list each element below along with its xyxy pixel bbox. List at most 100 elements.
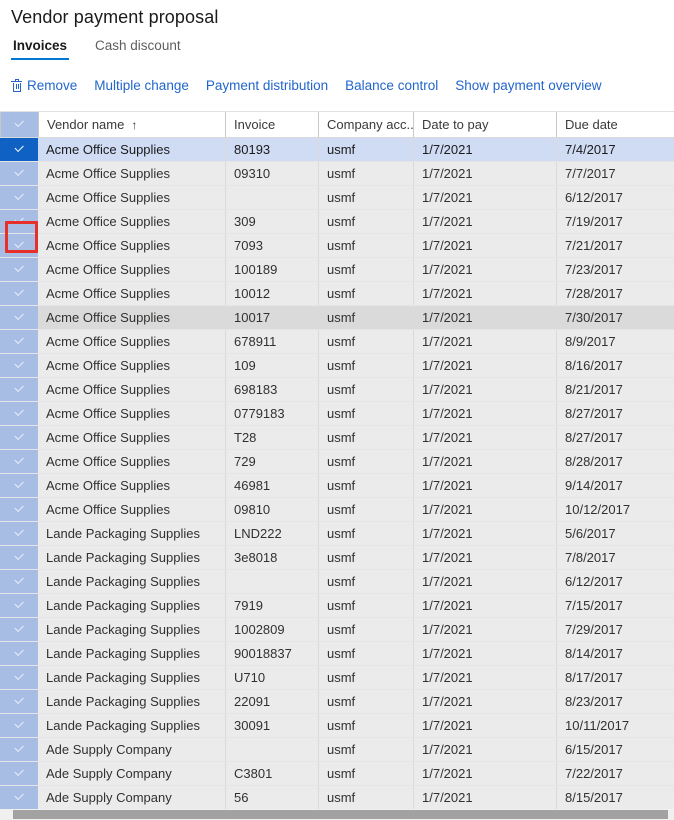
row-checkbox[interactable] — [0, 234, 38, 257]
row-checkbox[interactable] — [0, 666, 38, 689]
row-checkbox[interactable] — [0, 426, 38, 449]
toolbar-remove-button[interactable]: Remove — [11, 78, 77, 94]
toolbar-show-payment-overview-button[interactable]: Show payment overview — [455, 78, 601, 94]
row-checkbox[interactable] — [0, 306, 38, 329]
cell-company-account[interactable]: usmf — [318, 282, 413, 305]
table-row[interactable]: Lande Packaging Supplies LND222 usmf 1/7/20… — [0, 522, 674, 546]
row-checkbox[interactable] — [0, 762, 38, 785]
table-row[interactable]: Acme Office Supplies 10012 usmf 1/7/2021 7/2… — [0, 282, 674, 306]
row-checkbox[interactable] — [0, 282, 38, 305]
toolbar-balance-control-button[interactable]: Balance control — [345, 78, 438, 94]
toolbar-multiple-change-button[interactable]: Multiple change — [94, 78, 189, 94]
cell-company-account[interactable]: usmf — [318, 738, 413, 761]
table-row[interactable]: Lande Packaging Supplies 1002809 usmf 1/7/2… — [0, 618, 674, 642]
cell-company-account[interactable]: usmf — [318, 330, 413, 353]
horizontal-scrollbar[interactable] — [0, 809, 674, 820]
row-checkbox[interactable] — [0, 642, 38, 665]
table-row[interactable]: Acme Office Supplies 0779183 usmf 1/7/2021 8… — [0, 402, 674, 426]
cell-company-account[interactable]: usmf — [318, 594, 413, 617]
table-row[interactable]: Ade Supply Company 56 usmf 1/7/2021 8/15/201… — [0, 786, 674, 810]
cell-company-account[interactable]: usmf — [318, 138, 413, 161]
row-checkbox[interactable] — [0, 378, 38, 401]
row-checkbox[interactable] — [0, 354, 38, 377]
row-checkbox[interactable] — [0, 402, 38, 425]
column-header-date-to-pay[interactable]: Date to pay — [413, 112, 556, 137]
row-checkbox[interactable] — [0, 138, 38, 161]
cell-company-account[interactable]: usmf — [318, 210, 413, 233]
row-checkbox[interactable] — [0, 210, 38, 233]
cell-company-account[interactable]: usmf — [318, 570, 413, 593]
row-checkbox[interactable] — [0, 546, 38, 569]
table-row[interactable]: Lande Packaging Supplies 7919 usmf 1/7/2021… — [0, 594, 674, 618]
scrollbar-thumb[interactable] — [13, 810, 668, 819]
table-row[interactable]: Lande Packaging Supplies 22091 usmf 1/7/202… — [0, 690, 674, 714]
cell-company-account[interactable]: usmf — [318, 306, 413, 329]
table-row[interactable]: Acme Office Supplies usmf 1/7/2021 6/12/201… — [0, 186, 674, 210]
cell-company-account[interactable]: usmf — [318, 762, 413, 785]
table-row[interactable]: Ade Supply Company usmf 1/7/2021 6/15/2017 — [0, 738, 674, 762]
table-row[interactable]: Lande Packaging Supplies 30091 usmf 1/7/202… — [0, 714, 674, 738]
cell-company-account[interactable]: usmf — [318, 162, 413, 185]
column-header-company-account[interactable]: Company acc... — [318, 112, 413, 137]
cell-company-account[interactable]: usmf — [318, 546, 413, 569]
row-checkbox[interactable] — [0, 522, 38, 545]
row-checkbox[interactable] — [0, 330, 38, 353]
row-checkbox[interactable] — [0, 450, 38, 473]
cell-date-to-pay: 1/7/2021 — [413, 762, 556, 785]
table-row[interactable]: Acme Office Supplies 309 usmf 1/7/2021 7/19/… — [0, 210, 674, 234]
cell-company-account[interactable]: usmf — [318, 450, 413, 473]
cell-company-account[interactable]: usmf — [318, 258, 413, 281]
table-row[interactable]: Acme Office Supplies 698183 usmf 1/7/2021 8/… — [0, 378, 674, 402]
table-row[interactable]: Acme Office Supplies 09310 usmf 1/7/2021 7/7… — [0, 162, 674, 186]
row-checkbox[interactable] — [0, 498, 38, 521]
table-row[interactable]: Acme Office Supplies 109 usmf 1/7/2021 8/16/… — [0, 354, 674, 378]
table-row[interactable]: Acme Office Supplies T28 usmf 1/7/2021 8/27/… — [0, 426, 674, 450]
cell-company-account[interactable]: usmf — [318, 186, 413, 209]
cell-company-account[interactable]: usmf — [318, 642, 413, 665]
row-checkbox[interactable] — [0, 738, 38, 761]
select-all-checkbox[interactable] — [0, 112, 38, 137]
row-checkbox[interactable] — [0, 162, 38, 185]
toolbar-payment-distribution-button[interactable]: Payment distribution — [206, 78, 328, 94]
table-row[interactable]: Lande Packaging Supplies U710 usmf 1/7/2021… — [0, 666, 674, 690]
row-checkbox[interactable] — [0, 786, 38, 809]
row-checkbox[interactable] — [0, 594, 38, 617]
table-row[interactable]: Acme Office Supplies 678911 usmf 1/7/2021 8/… — [0, 330, 674, 354]
cell-company-account[interactable]: usmf — [318, 786, 413, 809]
row-checkbox[interactable] — [0, 690, 38, 713]
cell-company-account[interactable]: usmf — [318, 498, 413, 521]
table-row[interactable]: Acme Office Supplies 09810 usmf 1/7/2021 10/… — [0, 498, 674, 522]
table-row[interactable]: Acme Office Supplies 7093 usmf 1/7/2021 7/21… — [0, 234, 674, 258]
row-checkbox[interactable] — [0, 258, 38, 281]
table-row[interactable]: Lande Packaging Supplies usmf 1/7/2021 6/12… — [0, 570, 674, 594]
cell-company-account[interactable]: usmf — [318, 378, 413, 401]
cell-company-account[interactable]: usmf — [318, 402, 413, 425]
column-header-due-date[interactable]: Due date — [556, 112, 674, 137]
row-checkbox[interactable] — [0, 186, 38, 209]
table-row[interactable]: Acme Office Supplies 80193 usmf 1/7/2021 7/4… — [0, 138, 674, 162]
cell-company-account[interactable]: usmf — [318, 426, 413, 449]
row-checkbox[interactable] — [0, 714, 38, 737]
table-row[interactable]: Acme Office Supplies 46981 usmf 1/7/2021 9/1… — [0, 474, 674, 498]
cell-company-account[interactable]: usmf — [318, 690, 413, 713]
table-row[interactable]: Lande Packaging Supplies 90018837 usmf 1/7/… — [0, 642, 674, 666]
table-row[interactable]: Acme Office Supplies 100189 usmf 1/7/2021 7/… — [0, 258, 674, 282]
tab-invoices[interactable]: Invoices — [11, 37, 70, 60]
cell-company-account[interactable]: usmf — [318, 354, 413, 377]
cell-company-account[interactable]: usmf — [318, 234, 413, 257]
cell-company-account[interactable]: usmf — [318, 474, 413, 497]
column-header-vendor-name[interactable]: Vendor name ↑ — [38, 112, 225, 137]
table-row[interactable]: Acme Office Supplies 10017 usmf 1/7/2021 7/3… — [0, 306, 674, 330]
cell-company-account[interactable]: usmf — [318, 714, 413, 737]
column-header-invoice[interactable]: Invoice — [225, 112, 318, 137]
row-checkbox[interactable] — [0, 570, 38, 593]
cell-company-account[interactable]: usmf — [318, 618, 413, 641]
row-checkbox[interactable] — [0, 474, 38, 497]
table-row[interactable]: Acme Office Supplies 729 usmf 1/7/2021 8/28/… — [0, 450, 674, 474]
cell-company-account[interactable]: usmf — [318, 666, 413, 689]
table-row[interactable]: Ade Supply Company C3801 usmf 1/7/2021 7/22/… — [0, 762, 674, 786]
tab-cash-discount[interactable]: Cash discount — [93, 37, 183, 60]
row-checkbox[interactable] — [0, 618, 38, 641]
cell-company-account[interactable]: usmf — [318, 522, 413, 545]
table-row[interactable]: Lande Packaging Supplies 3e8018 usmf 1/7/20… — [0, 546, 674, 570]
